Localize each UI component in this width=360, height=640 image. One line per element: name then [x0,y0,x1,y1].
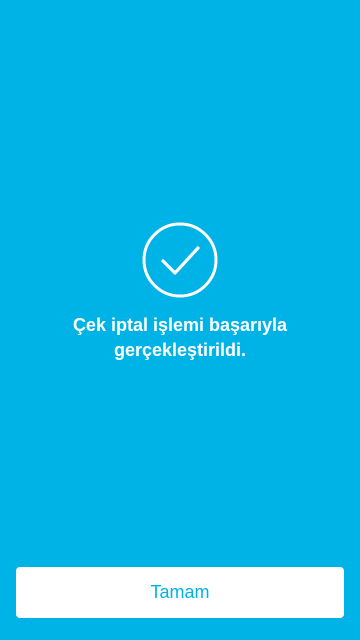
check-circle-icon [142,222,218,298]
confirm-button[interactable]: Tamam [16,567,344,618]
confirmation-screen: Çek iptal işlemi başarıyla gerçekleştiri… [0,0,360,640]
success-message: Çek iptal işlemi başarıyla gerçekleştiri… [72,315,288,360]
